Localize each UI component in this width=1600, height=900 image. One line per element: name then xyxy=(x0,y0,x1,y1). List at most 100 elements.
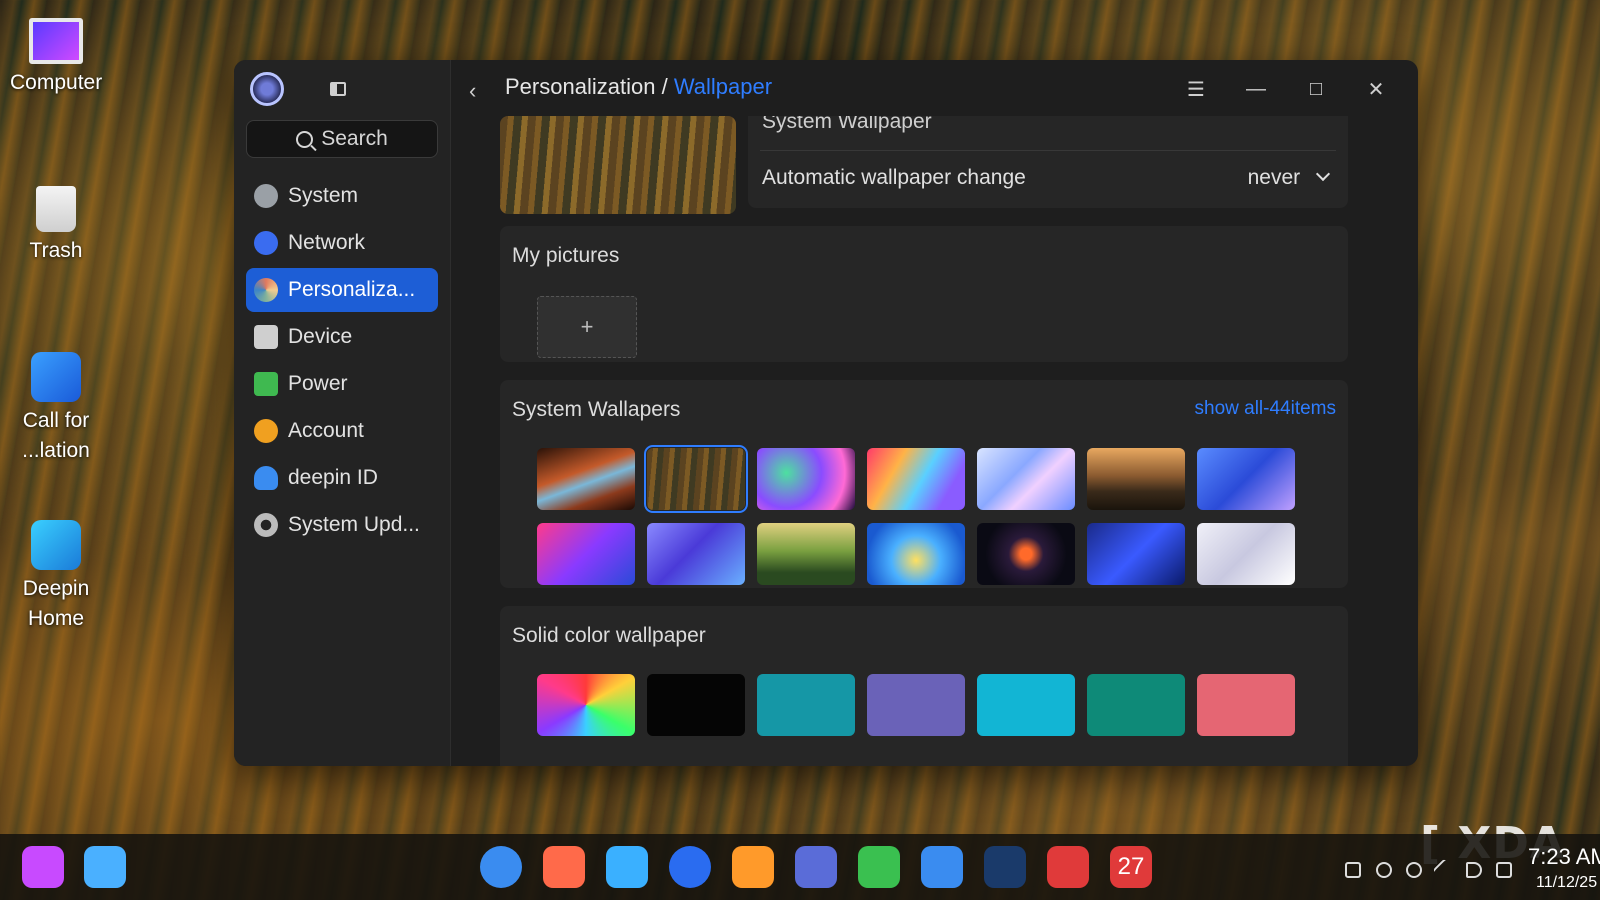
power-tray-icon[interactable] xyxy=(1376,862,1392,878)
notes-icon[interactable] xyxy=(921,846,963,888)
deepin-icon[interactable] xyxy=(480,846,522,888)
keyboard-icon[interactable] xyxy=(1345,862,1361,878)
wallpaper-thumbnail[interactable] xyxy=(537,523,635,585)
custom-color-picker[interactable] xyxy=(537,674,635,736)
desktop-label: Call for ...lation xyxy=(22,409,90,462)
sidebar-item-label: Device xyxy=(288,325,353,348)
volume-icon[interactable] xyxy=(1466,862,1482,878)
browser-icon[interactable] xyxy=(669,846,711,888)
screen-record-icon[interactable] xyxy=(543,846,585,888)
breadcrumb-parent[interactable]: Personalization xyxy=(505,74,655,99)
close-button[interactable]: ✕ xyxy=(1361,74,1391,104)
account-icon xyxy=(254,419,278,443)
sidebar-toggle-icon[interactable] xyxy=(330,82,346,96)
desktop-calculator[interactable]: Call for ...lation xyxy=(10,352,102,466)
wallpaper-thumbnail[interactable] xyxy=(537,448,635,510)
notification-icon[interactable] xyxy=(1406,862,1422,878)
storage-icon[interactable] xyxy=(1496,862,1512,878)
solid-color-swatch[interactable] xyxy=(757,674,855,736)
clock-date[interactable]: 11/12/25 xyxy=(1536,874,1597,892)
sidebar-item-label: Power xyxy=(288,372,348,395)
music-icon[interactable] xyxy=(858,846,900,888)
breadcrumb: Personalization / Wallpaper xyxy=(505,74,772,100)
control-center-logo-icon xyxy=(250,72,284,106)
taskbar: 27 7:23 AM 11/12/25 xyxy=(0,834,1600,900)
wallpaper-thumbnail[interactable] xyxy=(977,448,1075,510)
control-center-icon[interactable] xyxy=(795,846,837,888)
personalization-icon xyxy=(254,278,278,302)
sidebar-item-power[interactable]: Power xyxy=(246,362,438,406)
wallpaper-thumbnail[interactable] xyxy=(1087,523,1185,585)
calculator-icon xyxy=(31,352,81,402)
solid-color-swatch[interactable] xyxy=(867,674,965,736)
solid-color-swatch[interactable] xyxy=(1087,674,1185,736)
file-manager-icon[interactable] xyxy=(606,846,648,888)
breadcrumb-separator: / xyxy=(661,74,668,99)
wallpaper-thumbnail[interactable] xyxy=(757,523,855,585)
wallpaper-thumbnail[interactable] xyxy=(867,448,965,510)
desktop-label: Computer xyxy=(10,71,103,94)
search-input[interactable]: Search xyxy=(246,120,438,158)
app-store-icon[interactable] xyxy=(732,846,774,888)
trash-icon xyxy=(36,186,76,232)
system-icon xyxy=(254,184,278,208)
wallpaper-thumbnail[interactable] xyxy=(1197,448,1295,510)
wallpaper-thumbnail[interactable] xyxy=(977,523,1075,585)
maximize-button[interactable]: □ xyxy=(1301,74,1331,104)
update-gear-icon xyxy=(254,513,278,537)
plus-icon: + xyxy=(580,314,594,339)
wallpaper-thumbnail[interactable] xyxy=(647,523,745,585)
desktop-computer[interactable]: Computer xyxy=(10,18,102,98)
solid-color-swatch[interactable] xyxy=(647,674,745,736)
sidebar-item-label: Account xyxy=(288,419,364,442)
current-wallpaper-preview xyxy=(500,116,736,214)
sidebar-item-personalization[interactable]: Personaliza... xyxy=(246,268,438,312)
my-pictures-section: My pictures + xyxy=(500,226,1348,362)
back-chevron-icon[interactable]: ‹ xyxy=(469,78,476,104)
desktop-trash[interactable]: Trash xyxy=(10,186,102,266)
sidebar-item-network[interactable]: Network xyxy=(246,221,438,265)
wallpaper-thumbnail[interactable] xyxy=(867,523,965,585)
menu-button[interactable]: ☰ xyxy=(1181,74,1211,104)
wallpaper-settings-card: System Wallpaper Automatic wallpaper cha… xyxy=(748,116,1348,208)
launcher-icon[interactable] xyxy=(22,846,64,888)
solid-color-swatch[interactable] xyxy=(977,674,1075,736)
wallpaper-thumbnail[interactable] xyxy=(1197,523,1295,585)
pen-icon[interactable] xyxy=(1432,858,1456,882)
calendar-icon[interactable]: 27 xyxy=(1110,846,1152,888)
terminal-icon[interactable] xyxy=(1047,846,1089,888)
sidebar-item-label: System Upd... xyxy=(288,513,420,536)
power-icon xyxy=(254,372,278,396)
section-title: My pictures xyxy=(512,244,620,267)
chevron-down-icon xyxy=(1315,166,1331,182)
sidebar-item-deepin-id[interactable]: deepin ID xyxy=(246,456,438,500)
add-picture-button[interactable]: + xyxy=(537,296,637,358)
sidebar-item-device[interactable]: Device xyxy=(246,315,438,359)
wallpaper-thumbnail[interactable] xyxy=(1087,448,1185,510)
wallpaper-thumbnail[interactable] xyxy=(757,448,855,510)
auto-change-dropdown[interactable]: never xyxy=(1248,166,1331,190)
network-icon xyxy=(254,231,278,255)
section-title: Solid color wallpaper xyxy=(512,624,706,647)
system-wallpaper-label: System Wallpaper xyxy=(762,116,932,133)
desktop-deepin-home[interactable]: Deepin Home xyxy=(10,520,102,634)
breadcrumb-current: Wallpaper xyxy=(673,74,773,99)
show-all-link[interactable]: show all-44items xyxy=(1195,398,1337,420)
sidebar-item-label: Personaliza... xyxy=(288,278,416,301)
solid-color-swatch[interactable] xyxy=(1197,674,1295,736)
sidebar-item-label: deepin ID xyxy=(288,466,378,489)
wallpaper-thumbnail[interactable] xyxy=(644,445,748,513)
cloud-icon xyxy=(254,466,278,490)
search-icon[interactable] xyxy=(84,846,126,888)
divider xyxy=(760,150,1336,151)
wallpaper-content: System Wallpaper Automatic wallpaper cha… xyxy=(451,116,1418,766)
minimize-button[interactable]: — xyxy=(1241,74,1271,104)
sidebar-item-system[interactable]: System xyxy=(246,174,438,218)
main-panel: ‹ Personalization / Wallpaper ☰ — □ ✕ Sy… xyxy=(451,60,1418,766)
mail-icon[interactable] xyxy=(984,846,1026,888)
control-center-window: Search System Network Personaliza... Dev… xyxy=(234,60,1418,766)
sidebar-item-account[interactable]: Account xyxy=(246,409,438,453)
clock-time[interactable]: 7:23 AM xyxy=(1528,844,1600,870)
sidebar-item-system-update[interactable]: System Upd... xyxy=(246,503,438,547)
device-icon xyxy=(254,325,278,349)
